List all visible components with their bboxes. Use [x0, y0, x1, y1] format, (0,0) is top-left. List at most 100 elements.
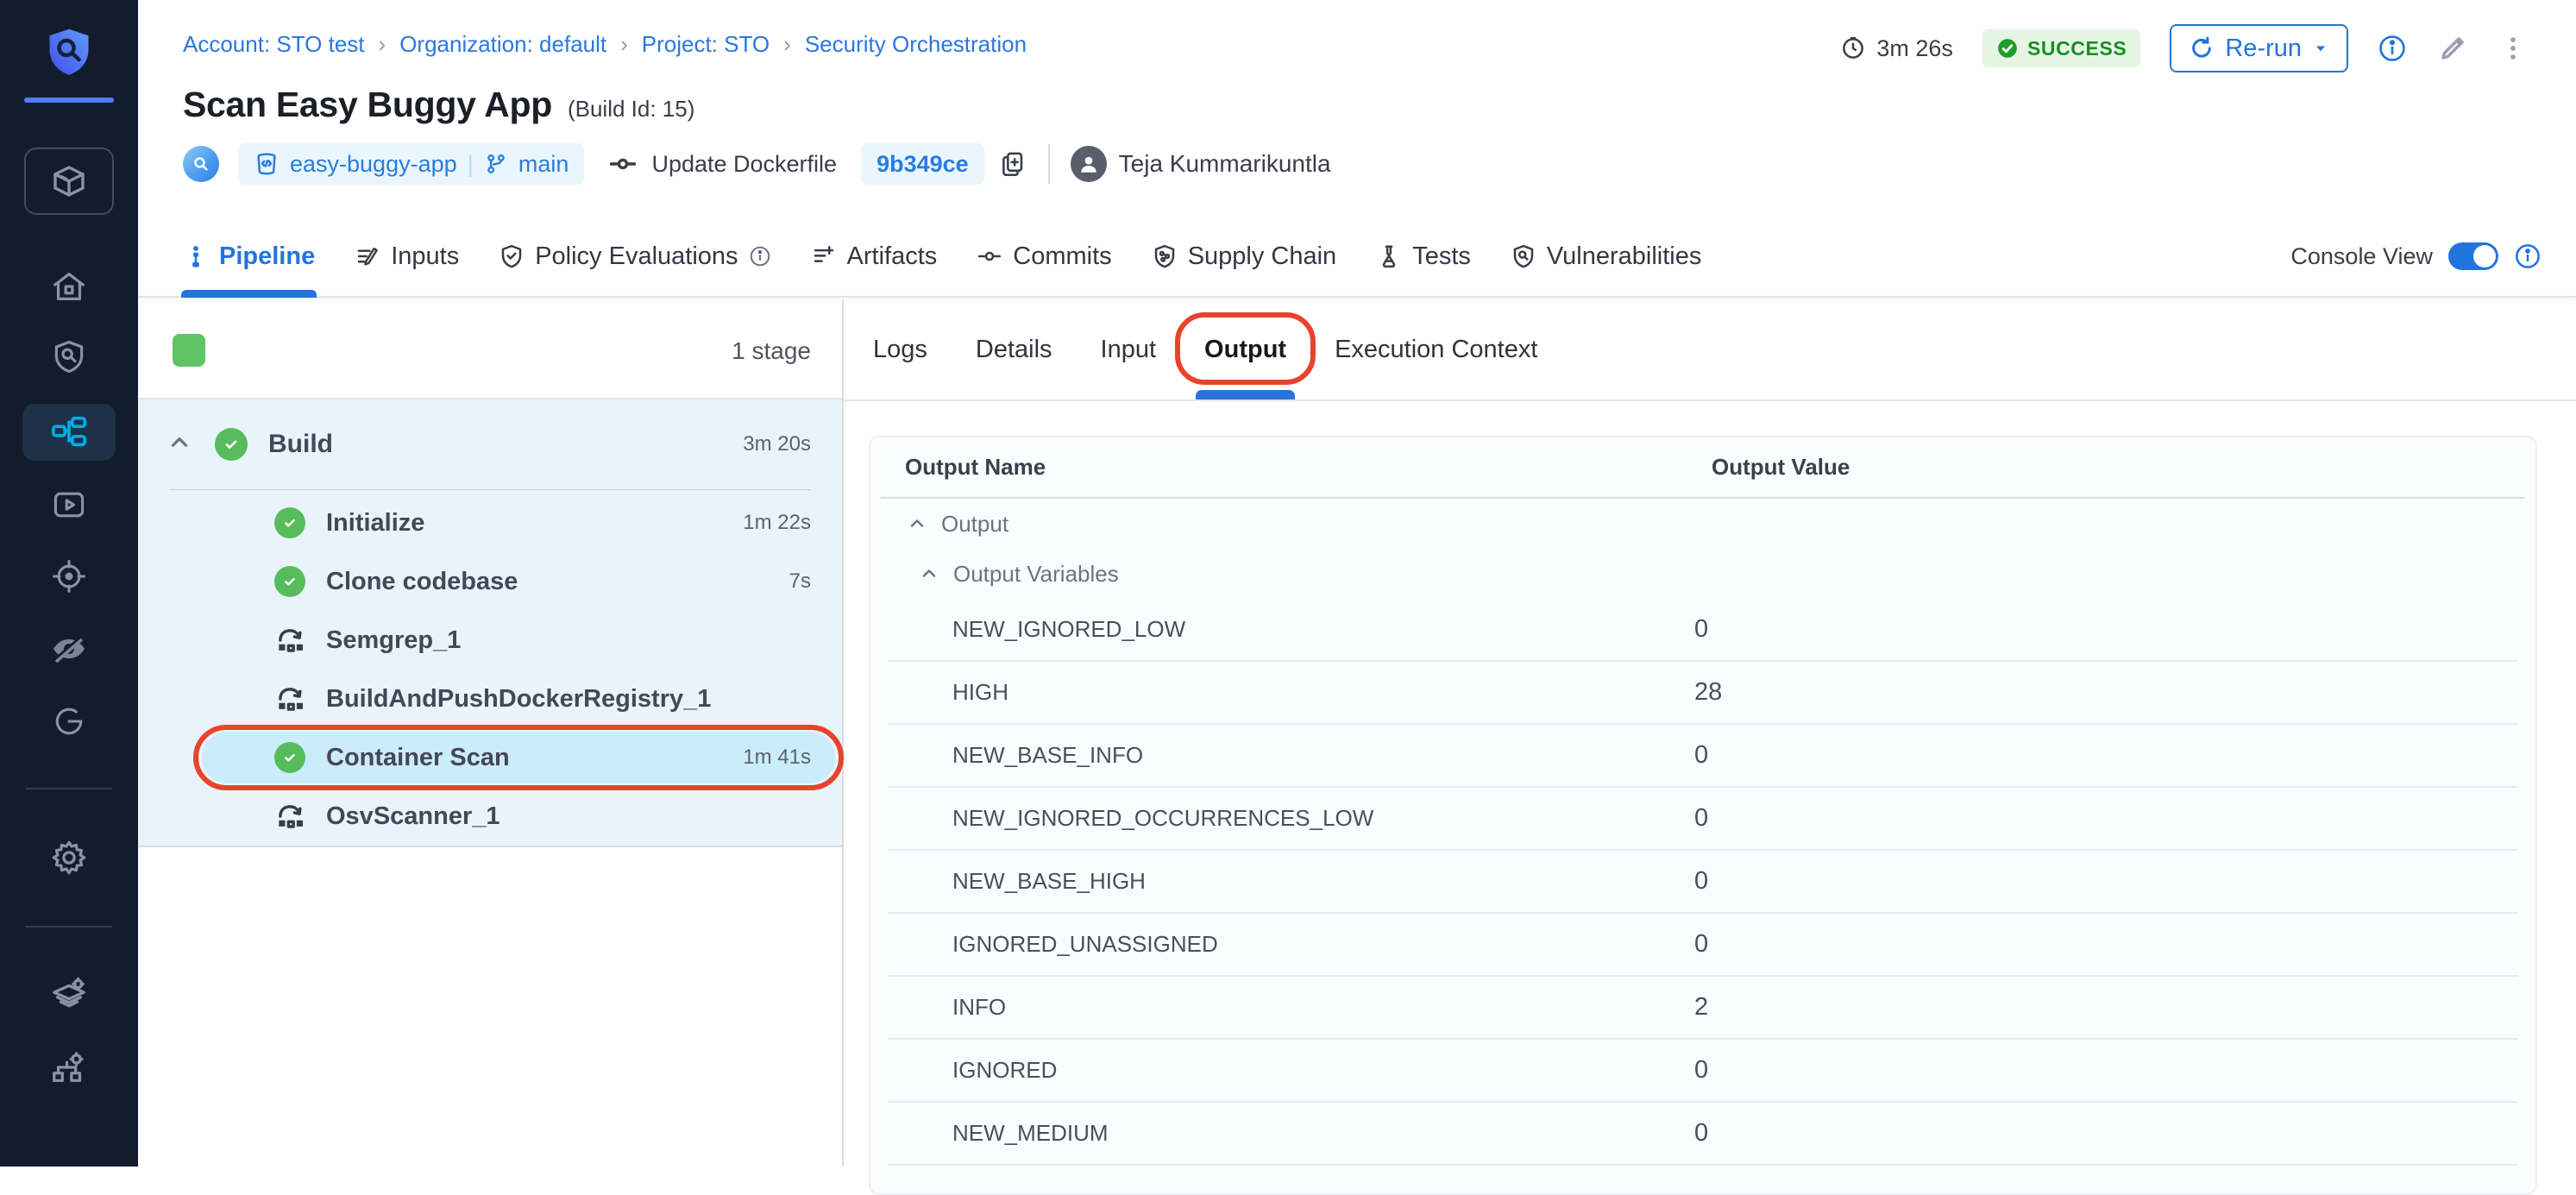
- group-label: Output Variables: [953, 561, 1119, 588]
- step-name: BuildAndPushDockerRegistry_1: [326, 685, 711, 714]
- detail-tab-execution-context[interactable]: Execution Context: [1331, 299, 1541, 399]
- person-icon: [1078, 153, 1100, 175]
- output-value: 0: [1694, 1056, 1708, 1085]
- branch-name[interactable]: main: [518, 151, 569, 178]
- detail-tab-output[interactable]: Output: [1201, 299, 1290, 399]
- step-name: Clone codebase: [326, 568, 518, 596]
- flask-icon: [1376, 243, 1402, 269]
- rerun-button[interactable]: Re-run: [2170, 24, 2348, 72]
- sidebar-item-home[interactable]: [0, 259, 138, 316]
- tab-artifacts[interactable]: Artifacts: [811, 217, 938, 296]
- detail-tab-details[interactable]: Details: [972, 299, 1056, 399]
- step-row-build-and-push[interactable]: BuildAndPushDockerRegistry_1: [138, 670, 842, 728]
- step-row-clone-codebase[interactable]: Clone codebase 7s: [138, 552, 842, 611]
- check-circle-icon: [1996, 37, 2019, 60]
- build-id: (Build Id: 15): [568, 96, 694, 123]
- success-check-icon: [215, 428, 248, 461]
- copy-icon[interactable]: [998, 149, 1027, 179]
- column-header-output-name: Output Name: [905, 454, 1712, 481]
- step-row-container-scan[interactable]: Container Scan 1m 41s: [138, 728, 842, 787]
- detail-tab-logs[interactable]: Logs: [870, 299, 931, 399]
- rerun-label: Re-run: [2225, 35, 2302, 63]
- module-selector-button[interactable]: [24, 148, 114, 215]
- tab-supply-chain[interactable]: Supply Chain: [1152, 217, 1337, 296]
- info-icon[interactable]: [2514, 242, 2541, 270]
- execution-meta-row: easy-buggy-app | main Update Dockerfile …: [183, 143, 1331, 185]
- breadcrumb-project[interactable]: Project: STO: [642, 31, 770, 58]
- step-group-loop-icon: [273, 800, 307, 833]
- repo-branch-pill[interactable]: easy-buggy-app | main: [238, 143, 584, 185]
- table-row: NEW_IGNORED_OCCURRENCES_LOW 0: [888, 788, 2518, 851]
- chevron-up-icon[interactable]: [907, 513, 927, 534]
- sidebar-item-get-started[interactable]: [0, 693, 138, 750]
- sidebar-item-pipelines[interactable]: [0, 404, 138, 461]
- author-name: Teja Kummarikuntla: [1119, 150, 1331, 178]
- breadcrumb-account[interactable]: Account: STO test: [183, 31, 365, 58]
- collapse-chevron-icon[interactable]: [166, 430, 192, 460]
- table-row: NEW_BASE_INFO 0: [888, 725, 2518, 788]
- group-label: Output: [941, 511, 1008, 538]
- commit-icon: [608, 149, 638, 179]
- power-g-icon: [50, 702, 88, 740]
- magnifier-icon: [191, 154, 211, 174]
- toggle-knob: [2473, 245, 2496, 267]
- sto-logo[interactable]: [0, 26, 138, 78]
- output-name: HIGH: [905, 679, 1694, 706]
- tab-label: Inputs: [391, 242, 459, 271]
- home-icon: [49, 267, 89, 307]
- step-row-semgrep[interactable]: Semgrep_1: [138, 611, 842, 670]
- info-icon[interactable]: [749, 245, 771, 267]
- execution-content: 1 stage Build 3m 20s: [138, 299, 2576, 1167]
- repo-name[interactable]: easy-buggy-app: [290, 151, 457, 178]
- output-value: 0: [1694, 867, 1708, 896]
- group-row-output-variables[interactable]: Output Variables: [870, 549, 2535, 599]
- sidebar-item-targets[interactable]: [0, 548, 138, 605]
- step-row-osv-scanner[interactable]: OsvScanner_1: [138, 787, 842, 846]
- sidebar-item-project-settings[interactable]: [0, 829, 138, 886]
- commit-icon: [977, 243, 1002, 269]
- sidebar-item-overview[interactable]: [0, 328, 138, 385]
- tab-inputs[interactable]: Inputs: [355, 217, 459, 296]
- detail-tab-input[interactable]: Input: [1097, 299, 1160, 399]
- success-check-icon: [273, 507, 307, 538]
- breadcrumb-organization[interactable]: Organization: default: [399, 31, 606, 58]
- gear-icon: [49, 838, 89, 877]
- sidebar-item-default-settings[interactable]: [0, 965, 138, 1022]
- sidebar-item-executions[interactable]: [0, 476, 138, 533]
- tab-vulnerabilities[interactable]: Vulnerabilities: [1511, 217, 1701, 296]
- chevron-up-icon[interactable]: [919, 563, 939, 584]
- caret-down-icon: [2312, 40, 2329, 57]
- console-view-control: Console View: [2290, 242, 2541, 270]
- sidebar-item-exemptions[interactable]: [0, 620, 138, 677]
- group-row-output[interactable]: Output: [870, 499, 2535, 549]
- info-icon[interactable]: [2378, 34, 2407, 63]
- network-gear-icon: [49, 1048, 89, 1088]
- commit-message[interactable]: Update Dockerfile: [651, 151, 837, 178]
- breadcrumb-module[interactable]: Security Orchestration: [805, 31, 1027, 58]
- console-view-toggle[interactable]: [2448, 242, 2498, 270]
- shield-search-icon: [50, 337, 88, 375]
- tab-tests[interactable]: Tests: [1376, 217, 1471, 296]
- stage-row-build[interactable]: Build 3m 20s: [138, 399, 842, 489]
- commit-sha[interactable]: 9b349ce: [876, 151, 969, 178]
- execution-duration: 3m 26s: [1840, 35, 1953, 62]
- output-name: INFO: [905, 994, 1694, 1021]
- page-title: Scan Easy Buggy App: [183, 85, 552, 125]
- success-check-icon: [273, 566, 307, 597]
- breadcrumb-separator: ›: [379, 31, 386, 58]
- sidebar-item-account-resources[interactable]: [0, 1040, 138, 1097]
- step-name: Semgrep_1: [326, 626, 461, 655]
- step-duration: 7s: [789, 569, 842, 594]
- tab-pipeline[interactable]: Pipeline: [183, 217, 315, 296]
- tab-policy-evaluations[interactable]: Policy Evaluations: [499, 217, 770, 296]
- header-actions: 3m 26s SUCCESS Re-run: [1840, 24, 2528, 72]
- edit-pencil-icon[interactable]: [2436, 32, 2469, 65]
- meta-divider: [1048, 144, 1050, 184]
- kebab-menu-icon[interactable]: [2498, 34, 2528, 63]
- commit-sha-pill[interactable]: 9b349ce: [861, 143, 984, 185]
- stage-duration: 3m 20s: [743, 432, 842, 456]
- refresh-icon: [2189, 35, 2215, 61]
- output-name: IGNORED_UNASSIGNED: [905, 931, 1694, 958]
- step-row-initialize[interactable]: Initialize 1m 22s: [138, 494, 842, 552]
- tab-commits[interactable]: Commits: [977, 217, 1111, 296]
